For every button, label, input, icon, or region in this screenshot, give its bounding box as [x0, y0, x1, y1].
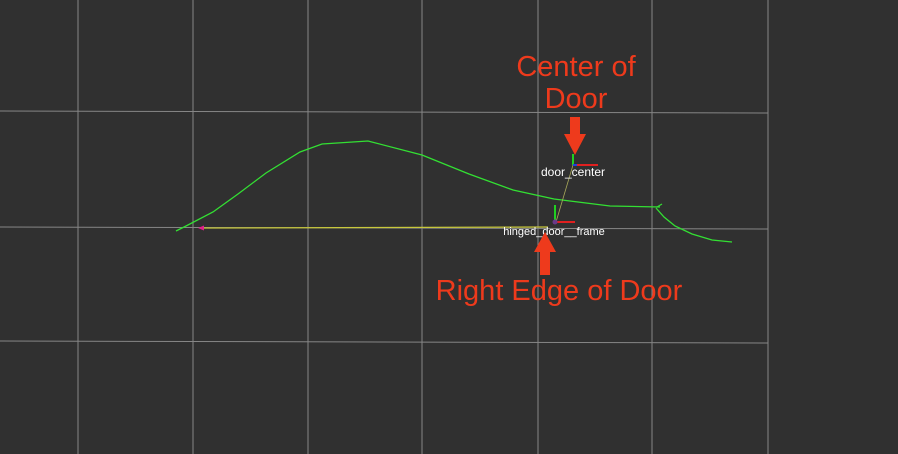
grid-line: [0, 110, 769, 114]
start-marker: [198, 225, 204, 231]
door-center-label: door_center: [541, 165, 605, 179]
grid-line: [0, 340, 769, 344]
door-center-frame-axes: [572, 154, 598, 166]
rviz-3d-viewport[interactable]: door_center hinged_door__frame Center of…: [0, 0, 898, 454]
laser-path: [175, 140, 661, 232]
laser-path-segment: [655, 207, 733, 243]
right-edge-of-door-label: Right Edge of Door: [436, 275, 683, 307]
down-arrow-icon: [564, 117, 586, 155]
hinged-frame-label: hinged_door__frame: [503, 226, 605, 238]
up-arrow-icon: [534, 232, 556, 275]
hinged-frame-origin: [552, 219, 558, 225]
center-of-door-line1: Center of: [516, 51, 636, 83]
hinged-frame-axes: [552, 205, 575, 225]
scene-canvas[interactable]: door_center hinged_door__frame Center of…: [0, 0, 898, 454]
center-of-door-line2: Door: [545, 83, 608, 115]
